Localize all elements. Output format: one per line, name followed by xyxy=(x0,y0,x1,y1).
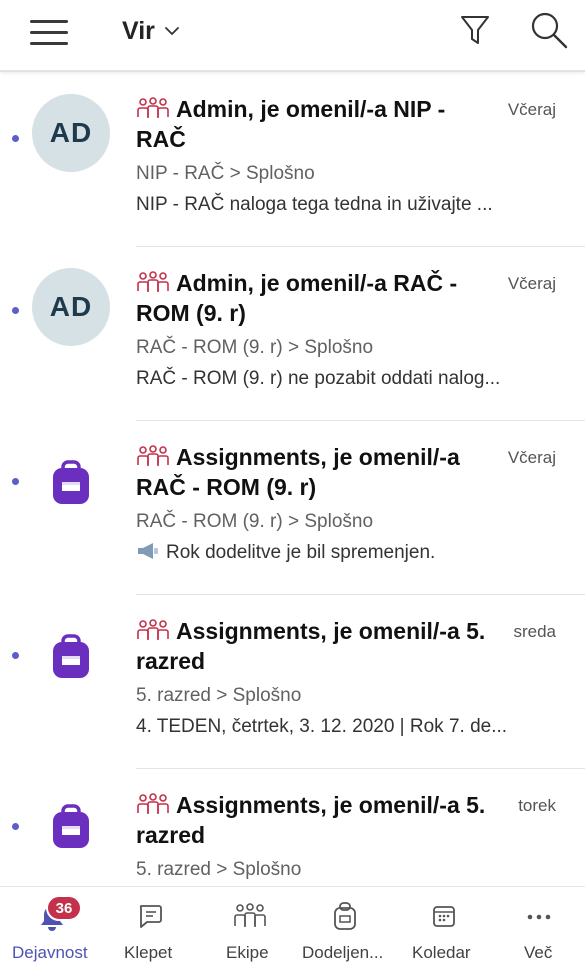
chevron-down-icon xyxy=(165,27,179,35)
activity-item[interactable]: Assignments, je omenil/-a 5. razred 5. r… xyxy=(0,770,585,886)
nav-label: Več xyxy=(524,943,553,962)
assignments-icon xyxy=(53,634,89,678)
divider xyxy=(136,768,585,769)
activity-time: sreda xyxy=(513,622,556,641)
avatar: AD xyxy=(32,268,110,346)
nav-label: Klepet xyxy=(124,943,173,962)
activity-preview: 4. TEDEN, četrtek, 3. 12. 2020 | Rok 7. … xyxy=(136,716,508,737)
activity-headline: Assignments, je omenil/-a 5. razred xyxy=(136,792,486,848)
unread-indicator xyxy=(12,135,19,142)
activity-time: torek xyxy=(518,796,556,815)
page-title: Vir xyxy=(122,16,155,45)
search-icon[interactable] xyxy=(528,10,570,50)
activity-channel: RAČ - ROM (9. r) > Splošno xyxy=(136,511,374,532)
activity-headline: Assignments, je omenil/-a RAČ - ROM (9. … xyxy=(136,444,460,500)
team-icon xyxy=(137,445,169,466)
activity-item[interactable]: Assignments, je omenil/-a 5. razred 5. r… xyxy=(0,596,585,770)
activity-time: Včeraj xyxy=(507,448,556,467)
activity-time: Včeraj xyxy=(507,274,556,293)
nav-calendar[interactable]: Koledar xyxy=(404,887,488,964)
activity-item[interactable]: AD Admin, je omenil/-a NIP - RAČ NIP - R… xyxy=(0,74,585,248)
nav-label: Koledar xyxy=(412,943,471,962)
teams-icon xyxy=(234,903,266,927)
activity-feed: AD Admin, je omenil/-a NIP - RAČ NIP - R… xyxy=(0,74,585,886)
nav-label: Ekipe xyxy=(226,943,269,962)
nav-label: Dejavnost xyxy=(12,943,88,962)
team-icon xyxy=(137,793,169,814)
activity-channel: 5. razred > Splošno xyxy=(136,859,302,880)
bottom-navigation: 36 Dejavnost Klepet Ekipe Dodeljen... Ko… xyxy=(0,886,585,964)
nav-label: Dodeljen... xyxy=(302,943,384,962)
more-icon xyxy=(527,914,551,920)
unread-indicator xyxy=(12,478,19,485)
activity-channel: 5. razred > Splošno xyxy=(136,685,302,706)
team-icon xyxy=(137,271,169,292)
team-icon xyxy=(137,619,169,640)
assignments-icon xyxy=(53,804,89,848)
chat-icon xyxy=(139,905,162,928)
activity-headline: Admin, je omenil/-a NIP - RAČ xyxy=(136,96,446,152)
nav-activity[interactable]: 36 Dejavnost xyxy=(0,887,112,964)
nav-more[interactable]: Več xyxy=(504,887,576,964)
activity-item[interactable]: AD Admin, je omenil/-a RAČ - ROM (9. r) … xyxy=(0,248,585,422)
unread-indicator xyxy=(12,652,19,659)
activity-item[interactable]: Assignments, je omenil/-a RAČ - ROM (9. … xyxy=(0,422,585,596)
activity-preview: Rok dodelitve je bil spremenjen. xyxy=(136,540,562,566)
assignments-icon xyxy=(53,460,89,504)
calendar-icon xyxy=(433,906,455,927)
notification-badge: 36 xyxy=(46,895,82,921)
activity-channel: RAČ - ROM (9. r) > Splošno xyxy=(136,337,374,358)
activity-channel: NIP - RAČ > Splošno xyxy=(136,163,315,184)
avatar: AD xyxy=(32,94,110,172)
unread-indicator xyxy=(12,823,19,830)
divider xyxy=(136,246,585,247)
activity-preview: NIP - RAČ naloga tega tedna in uživajte … xyxy=(136,194,493,215)
top-bar: Vir xyxy=(0,0,585,72)
megaphone-icon xyxy=(138,543,158,559)
feed-filter-dropdown[interactable]: Vir xyxy=(122,14,181,48)
team-icon xyxy=(137,97,169,118)
unread-indicator xyxy=(12,307,19,314)
activity-preview: RAČ - ROM (9. r) ne pozabit oddati nalog… xyxy=(136,368,501,389)
filter-icon[interactable] xyxy=(458,12,492,48)
nav-teams[interactable]: Ekipe xyxy=(208,887,292,964)
nav-assignments[interactable]: Dodeljen... xyxy=(294,887,402,964)
activity-headline: Admin, je omenil/-a RAČ - ROM (9. r) xyxy=(136,270,458,326)
divider xyxy=(136,420,585,421)
nav-chat[interactable]: Klepet xyxy=(112,887,194,964)
divider xyxy=(136,594,585,595)
assignments-icon xyxy=(334,902,356,930)
activity-headline: Assignments, je omenil/-a 5. razred xyxy=(136,618,486,674)
hamburger-menu-icon[interactable] xyxy=(30,16,68,46)
activity-time: Včeraj xyxy=(507,100,556,119)
